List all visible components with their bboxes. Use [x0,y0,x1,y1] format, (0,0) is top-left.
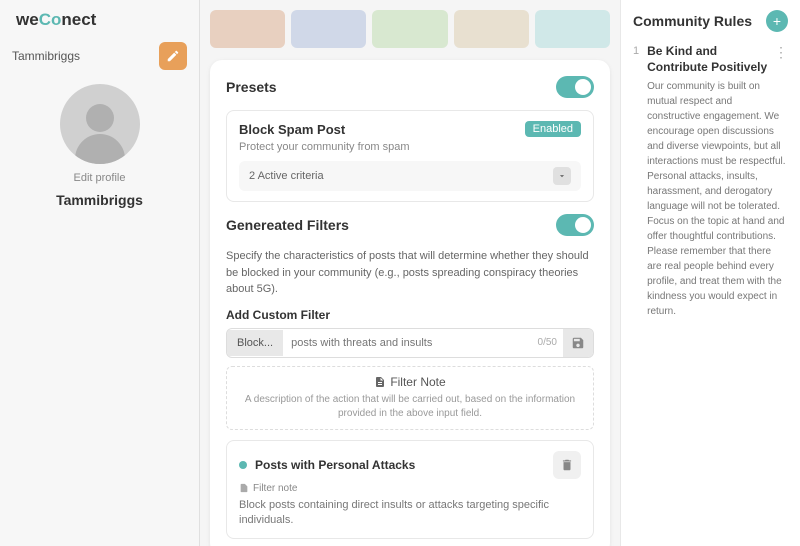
filter-note-title-text: Filter Note [390,375,445,389]
active-criteria-label: 2 Active criteria [249,170,324,182]
rule-menu-icon[interactable]: ⋮ [774,44,788,61]
personal-attacks-desc: Block posts containing direct insults or… [239,498,581,529]
filter-save-button[interactable] [563,329,593,357]
generated-filters-toggle[interactable] [556,214,594,236]
community-rules-panel: Community Rules + 1 Be Kind and Contribu… [620,0,800,546]
generated-filters-desc: Specify the characteristics of posts tha… [226,248,594,298]
trash-icon [560,458,574,472]
filter-note-icon [374,376,386,388]
note-small-icon [239,483,249,493]
pencil-icon [166,49,180,63]
filter-text-input[interactable] [283,330,531,356]
filter-note-small: Filter note [239,483,581,494]
username-large: Tammibriggs [56,192,143,208]
rule-item: 1 Be Kind and Contribute Positively ⋮ Ou… [633,44,788,319]
presets-title: Presets [226,79,277,95]
enabled-badge: Enabled [525,121,581,137]
main-content: Presets Block Spam Post Enabled Protect … [200,0,620,546]
add-rule-button[interactable]: + [766,10,788,32]
rule-text: Our community is built on mutual respect… [647,79,788,319]
filters-card: Presets Block Spam Post Enabled Protect … [210,60,610,546]
active-criteria-row[interactable]: 2 Active criteria [239,161,581,191]
active-indicator [239,461,247,469]
personal-attacks-filter: Posts with Personal Attacks Filter note … [226,440,594,540]
filter-note-small-label: Filter note [253,483,297,494]
filter-input-row: Block... 0/50 [226,328,594,358]
filter-type-button[interactable]: Block... [227,330,283,356]
rule-title: Be Kind and Contribute Positively [647,44,774,75]
sidebar: weConect Tammibriggs Edit profile Tammib… [0,0,200,546]
generated-filters-section: Genereated Filters Specify the character… [226,214,594,539]
community-rules-title: Community Rules [633,13,752,29]
user-section: Tammibriggs Edit profile Tammibriggs [0,42,199,208]
app-logo: weConect [0,10,96,30]
filter-char-count: 0/50 [532,337,563,348]
spam-block-box: Block Spam Post Enabled Protect your com… [226,110,594,202]
edit-profile-icon-btn[interactable] [159,42,187,70]
generated-filters-title: Genereated Filters [226,217,349,233]
username-small: Tammibriggs [12,49,80,63]
edit-profile-button[interactable]: Edit profile [74,172,126,184]
rule-number: 1 [633,45,639,319]
avatar [60,84,140,164]
delete-filter-button[interactable] [553,451,581,479]
custom-filter-label: Add Custom Filter [226,308,594,322]
rule-content: Be Kind and Contribute Positively ⋮ Our … [647,44,788,319]
filter-note-desc: A description of the action that will be… [239,393,581,421]
spam-block-title: Block Spam Post [239,122,345,137]
image-strip [210,10,610,50]
presets-toggle[interactable] [556,76,594,98]
spam-block-desc: Protect your community from spam [239,141,581,153]
save-icon [571,336,585,350]
criteria-chevron-icon [553,167,571,185]
personal-attacks-title: Posts with Personal Attacks [255,458,415,472]
filter-note-box: Filter Note A description of the action … [226,366,594,430]
presets-header: Presets [226,76,594,98]
